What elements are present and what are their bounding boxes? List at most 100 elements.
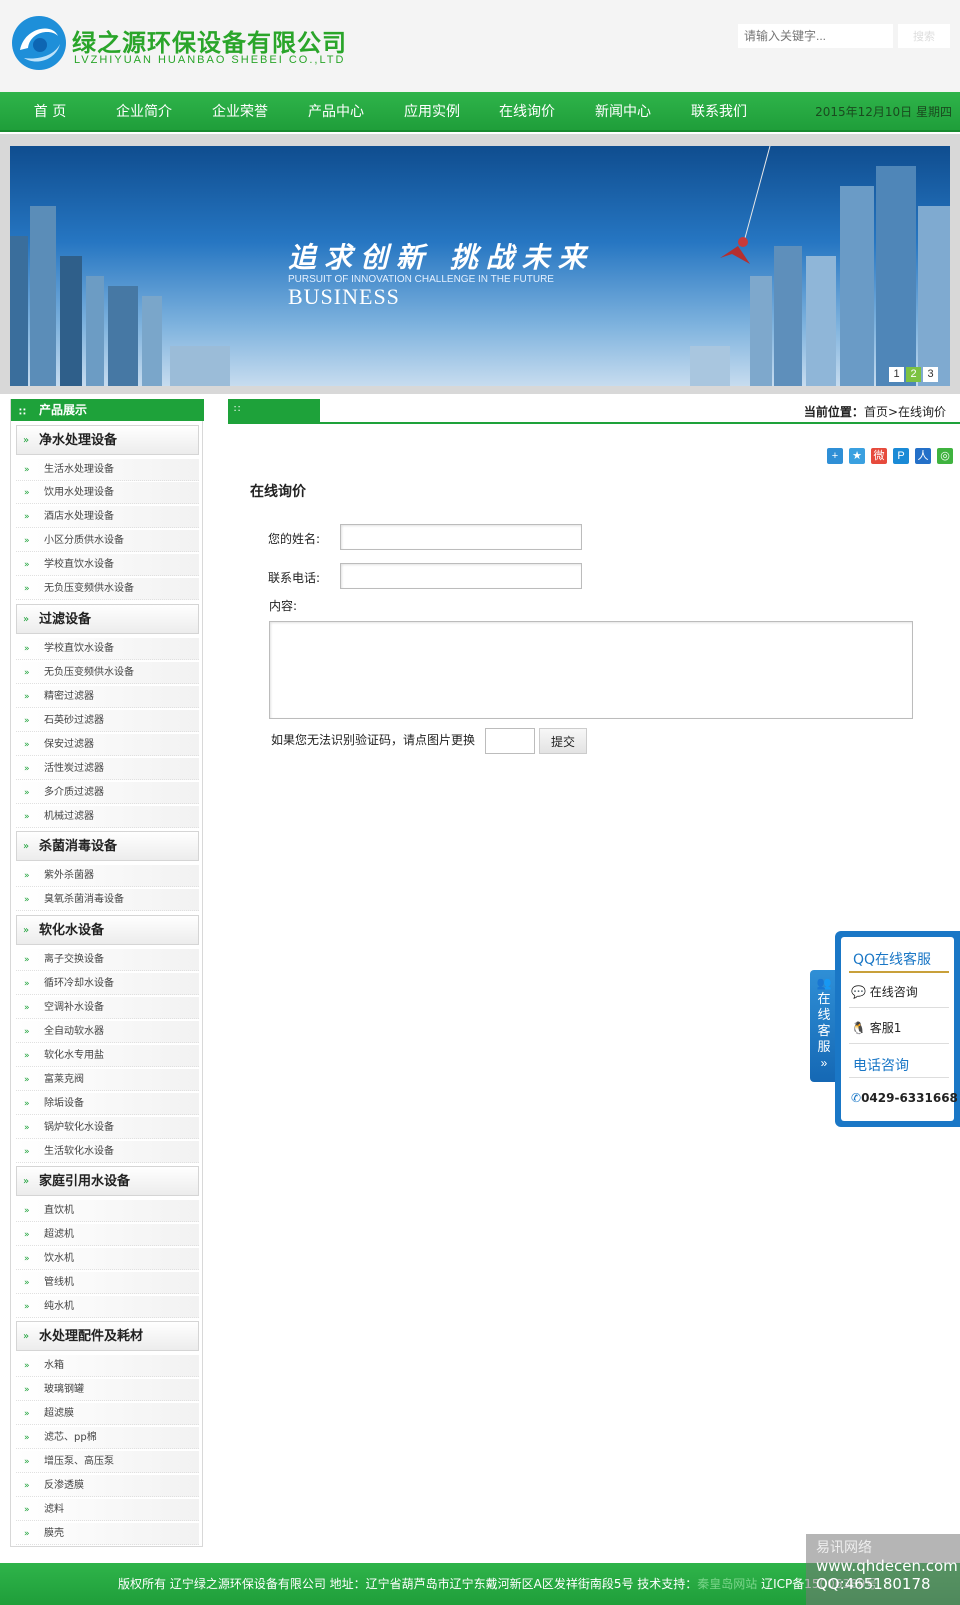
sidebar-item[interactable]: » 多介质过滤器 <box>16 782 199 804</box>
sidebar-item[interactable]: » 精密过滤器 <box>16 686 199 708</box>
sidebar-item[interactable]: » 锅炉软化水设备 <box>16 1117 199 1139</box>
double-arrow-icon: » <box>24 1361 30 1371</box>
sidebar-item[interactable]: » 保安过滤器 <box>16 734 199 756</box>
category-filtration[interactable]: » 过滤设备 <box>16 604 199 634</box>
phone-input[interactable] <box>340 563 582 589</box>
sidebar-item-label: 无负压变频供水设备 <box>44 583 134 594</box>
content-textarea[interactable] <box>269 621 913 719</box>
banner-slide[interactable]: 追求创新 挑战未来 PURSUIT OF INNOVATION CHALLENG… <box>10 146 950 386</box>
sidebar-item[interactable]: » 空调补水设备 <box>16 997 199 1019</box>
double-arrow-icon: » <box>24 1075 30 1085</box>
nav-honors[interactable]: 企业荣誉 <box>195 92 285 132</box>
captcha-input[interactable] <box>485 728 535 754</box>
sidebar-item[interactable]: » 纯水机 <box>16 1296 199 1318</box>
nav-products[interactable]: 产品中心 <box>291 92 381 132</box>
double-arrow-icon: » <box>24 979 30 989</box>
share-more-icon[interactable]: + <box>827 448 843 464</box>
sidebar-item[interactable]: » 滤料 <box>16 1499 199 1521</box>
divider <box>849 1007 949 1008</box>
name-input[interactable] <box>340 524 582 550</box>
category-sterilization[interactable]: » 杀菌消毒设备 <box>16 831 199 861</box>
sidebar-item[interactable]: » 超滤膜 <box>16 1403 199 1425</box>
banner-page-3[interactable]: 3 <box>923 367 938 382</box>
sidebar-item[interactable]: » 膜壳 <box>16 1523 199 1545</box>
sidebar-item[interactable]: » 生活软化水设备 <box>16 1141 199 1163</box>
sidebar-item[interactable]: » 饮水机 <box>16 1248 199 1270</box>
category-household-water[interactable]: » 家庭引用水设备 <box>16 1166 199 1196</box>
footer-tech-support-link[interactable]: 秦皇岛网站 <box>697 1577 757 1591</box>
share-tencent-icon[interactable]: P <box>893 448 909 464</box>
nav-contact[interactable]: 联系我们 <box>674 92 764 132</box>
sidebar-item[interactable]: » 全自动软水器 <box>16 1021 199 1043</box>
category-water-purification[interactable]: » 净水处理设备 <box>16 425 199 455</box>
sidebar-item[interactable]: » 玻璃钢罐 <box>16 1379 199 1401</box>
double-arrow-icon: » <box>23 435 30 446</box>
online-consult-link[interactable]: 💬 在线咨询 <box>851 983 918 1000</box>
sidebar-item[interactable]: » 酒店水处理设备 <box>16 506 199 528</box>
sidebar-item[interactable]: » 紫外杀菌器 <box>16 865 199 887</box>
watermark-line-3: QQ:465180178 <box>816 1575 931 1593</box>
nav-inquiry[interactable]: 在线询价 <box>482 92 572 132</box>
sidebar-item[interactable]: » 离子交换设备 <box>16 949 199 971</box>
sidebar-item[interactable]: » 循环冷却水设备 <box>16 973 199 995</box>
sidebar-item[interactable]: » 学校直饮水设备 <box>16 638 199 660</box>
share-qzone-icon[interactable]: ★ <box>849 448 865 464</box>
category-label: 净水处理设备 <box>39 433 118 448</box>
sidebar-item[interactable]: » 石英砂过滤器 <box>16 710 199 732</box>
nav-cases[interactable]: 应用实例 <box>387 92 477 132</box>
qq-agent-link[interactable]: 🐧 客服1 <box>851 1019 901 1036</box>
submit-button[interactable]: 提交 <box>539 728 587 754</box>
sidebar-item-label: 反渗透膜 <box>44 1480 84 1491</box>
sidebar-item[interactable]: » 滤芯、pp棉 <box>16 1427 199 1449</box>
search-button[interactable]: 搜索 <box>898 24 950 48</box>
sidebar-item[interactable]: » 无负压变频供水设备 <box>16 662 199 684</box>
service-toggle-tab[interactable]: 👥 在线客服 » <box>810 970 838 1082</box>
sidebar-item[interactable]: » 活性炭过滤器 <box>16 758 199 780</box>
share-wechat-icon[interactable]: ◎ <box>937 448 953 464</box>
double-arrow-icon: » <box>24 1302 30 1312</box>
sidebar-item[interactable]: » 机械过滤器 <box>16 806 199 828</box>
sidebar-item[interactable]: » 超滤机 <box>16 1224 199 1246</box>
sidebar-item[interactable]: » 学校直饮水设备 <box>16 554 199 576</box>
sidebar-item[interactable]: » 生活水处理设备 <box>16 459 199 481</box>
header: 绿之源环保设备有限公司 LVZHIYUAN HUANBAO SHEBEI CO.… <box>0 0 960 92</box>
product-sidebar: ∷ 产品展示 » 净水处理设备 » 生活水处理设备 » 饮用水处理设备 » 酒店水处理设… <box>10 399 204 1547</box>
sidebar-item[interactable]: » 饮用水处理设备 <box>16 482 199 504</box>
breadcrumb-path[interactable]: 首页>在线询价 <box>864 405 946 419</box>
sidebar-item[interactable]: » 臭氧杀菌消毒设备 <box>16 889 199 911</box>
captcha-hint[interactable]: 如果您无法识别验证码，请点图片更换 <box>271 731 475 748</box>
category-water-softening[interactable]: » 软化水设备 <box>16 915 199 945</box>
category-label: 过滤设备 <box>39 612 92 627</box>
sidebar-item[interactable]: » 软化水专用盐 <box>16 1045 199 1067</box>
sidebar-item[interactable]: » 直饮机 <box>16 1200 199 1222</box>
share-weibo-icon[interactable]: 微 <box>871 448 887 464</box>
sidebar-item-label: 酒店水处理设备 <box>44 511 114 522</box>
banner-page-2[interactable]: 2 <box>906 367 921 382</box>
sidebar-item[interactable]: » 水箱 <box>16 1355 199 1377</box>
sidebar-item[interactable]: » 小区分质供水设备 <box>16 530 199 552</box>
search-input[interactable] <box>738 24 893 48</box>
banner-title-chinese: 追求创新 挑战未来 <box>288 241 594 274</box>
sidebar-item-label: 离子交换设备 <box>44 954 104 965</box>
banner-page-1[interactable]: 1 <box>889 367 904 382</box>
people-icon: 👥 <box>816 976 832 990</box>
sidebar-item[interactable]: » 无负压变频供水设备 <box>16 578 199 600</box>
double-arrow-icon: » <box>24 536 30 546</box>
sidebar-item-label: 学校直饮水设备 <box>44 643 114 654</box>
content-tab: ∷ <box>228 399 320 424</box>
phone-label: 联系电话: <box>268 571 321 585</box>
sidebar-item-label: 空调补水设备 <box>44 1002 104 1013</box>
share-renren-icon[interactable]: 人 <box>915 448 931 464</box>
nav-news[interactable]: 新闻中心 <box>578 92 668 132</box>
sidebar-item[interactable]: » 增压泵、高压泵 <box>16 1451 199 1473</box>
divider <box>849 971 949 973</box>
sidebar-item[interactable]: » 富莱克阀 <box>16 1069 199 1091</box>
sidebar-item[interactable]: » 反渗透膜 <box>16 1475 199 1497</box>
sidebar-item-label: 除垢设备 <box>44 1098 84 1109</box>
category-accessories[interactable]: » 水处理配件及耗材 <box>16 1321 199 1351</box>
sidebar-item[interactable]: » 管线机 <box>16 1272 199 1294</box>
company-logo[interactable]: 绿之源环保设备有限公司 LVZHIYUAN HUANBAO SHEBEI CO.… <box>10 14 380 74</box>
nav-about[interactable]: 企业简介 <box>99 92 189 132</box>
sidebar-item[interactable]: » 除垢设备 <box>16 1093 199 1115</box>
nav-home[interactable]: 首 页 <box>5 92 95 132</box>
